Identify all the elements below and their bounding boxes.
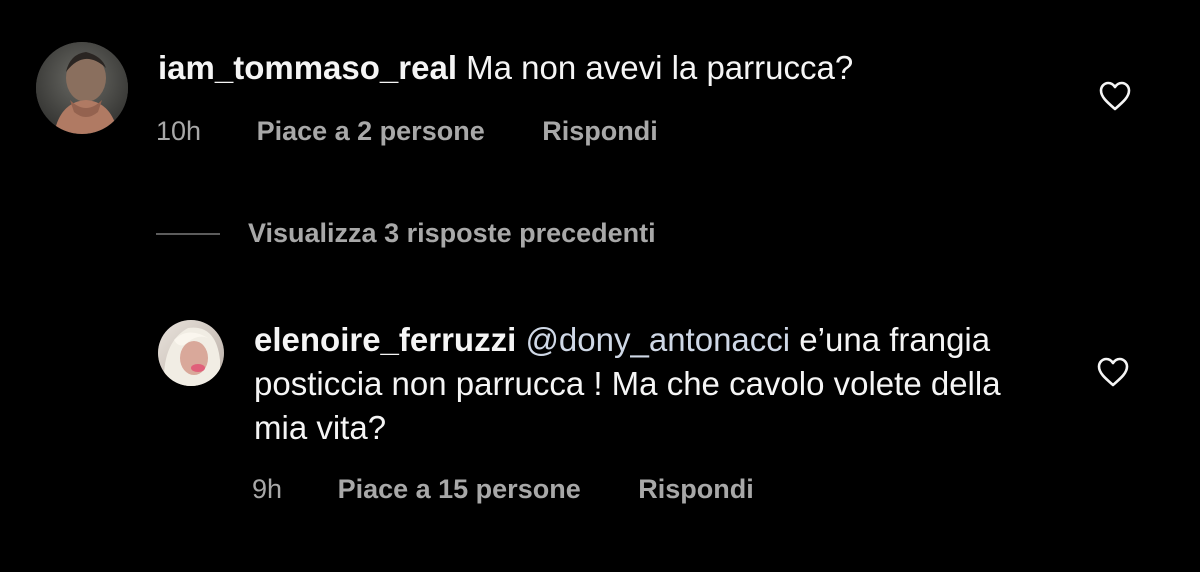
comment-likes-count[interactable]: Piace a 15 persone	[338, 472, 581, 506]
comment-time: 9h	[252, 474, 283, 504]
user-avatar[interactable]	[36, 42, 128, 134]
reply-button[interactable]: Rispondi	[542, 114, 658, 148]
comment: iam_tommaso_real Ma non avevi la parrucc…	[36, 42, 1166, 152]
comment-body: Ma non avevi la parrucca?	[466, 49, 854, 86]
comment-text: elenoire_ferruzzi @dony_antonacci e’una …	[254, 318, 1014, 450]
comment-likes-count[interactable]: Piace a 2 persone	[257, 114, 485, 148]
heart-outline-icon[interactable]	[1096, 356, 1130, 388]
avatar-photo-icon	[158, 320, 224, 386]
comment-meta: 10h Piace a 2 persone Rispondi	[156, 114, 658, 148]
avatar-photo-icon	[36, 42, 128, 134]
replies-divider-line	[156, 233, 220, 235]
view-replies-label[interactable]: Visualizza 3 risposte precedenti	[248, 216, 656, 250]
comment-username[interactable]: elenoire_ferruzzi	[254, 321, 516, 358]
user-avatar[interactable]	[158, 320, 224, 386]
mention-link[interactable]: @dony_antonacci	[525, 321, 790, 358]
heart-outline-icon[interactable]	[1098, 80, 1132, 112]
reply-button[interactable]: Rispondi	[638, 472, 754, 506]
reply-comment: elenoire_ferruzzi @dony_antonacci e’una …	[156, 318, 1166, 518]
comment-time: 10h	[156, 116, 202, 146]
comment-meta: 9h Piace a 15 persone Rispondi	[252, 472, 754, 506]
comment-username[interactable]: iam_tommaso_real	[158, 49, 457, 86]
comment-text: iam_tommaso_real Ma non avevi la parrucc…	[158, 46, 853, 90]
comments-panel: iam_tommaso_real Ma non avevi la parrucc…	[0, 0, 1200, 572]
